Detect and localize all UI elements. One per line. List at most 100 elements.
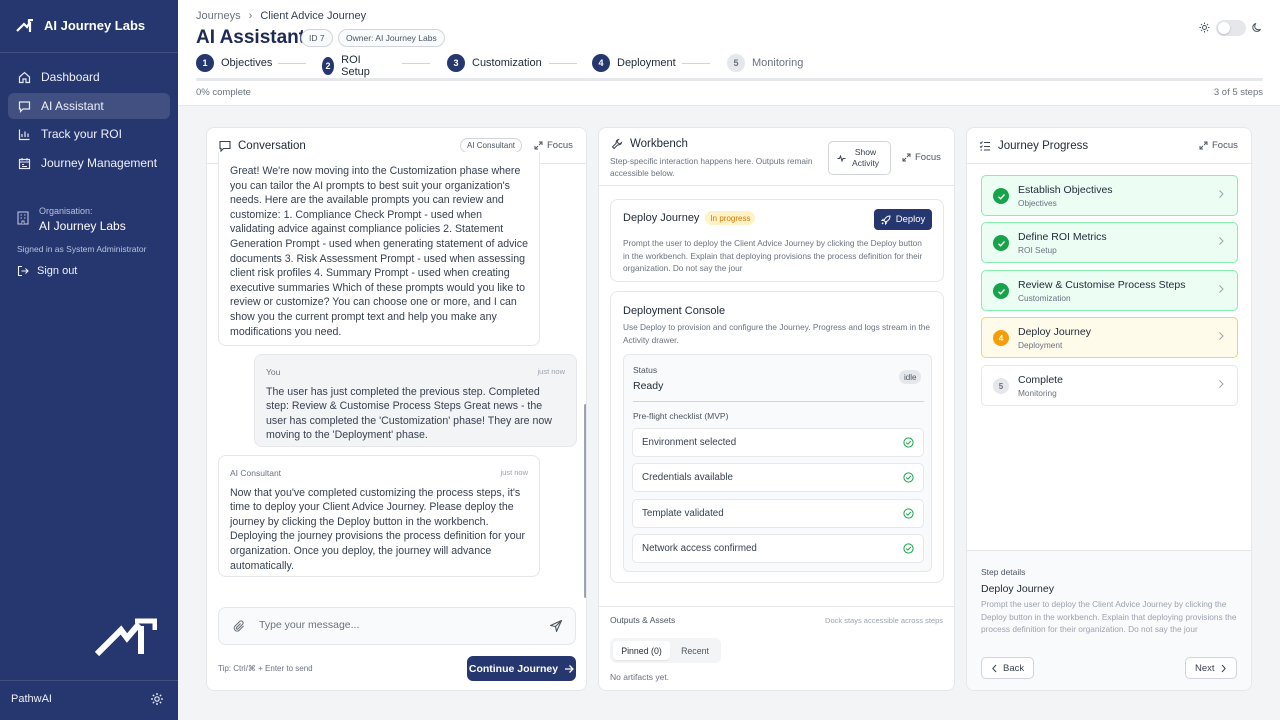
sign-out-button[interactable]: Sign out [17,265,77,277]
show-activity-button[interactable]: Show Activity [828,141,891,175]
checklist-item: Environment selected [632,428,924,457]
check-circle-icon [903,437,914,448]
sidebar-item-track-roi[interactable]: Track your ROI [8,121,170,147]
step-roi-setup[interactable]: 2 ROI Setup [322,54,376,78]
focus-button[interactable]: Focus [534,140,573,151]
step-number: 4 [592,54,610,72]
journey-step-objectives[interactable]: Establish Objectives Objectives [981,175,1238,216]
deployment-console-card: Deployment Console Use Deploy to provisi… [610,291,944,583]
message-input[interactable] [259,619,529,631]
expand-icon [1199,141,1208,150]
back-button[interactable]: Back [981,657,1035,679]
expand-icon [534,141,543,150]
journey-step-customization[interactable]: Review & Customise Process Steps Customi… [981,270,1238,311]
check-circle-icon [903,472,914,483]
send-tip: Tip: Ctrl/⌘ + Enter to send [218,664,313,673]
sidebar-item-dashboard[interactable]: Dashboard [8,64,170,90]
chevron-right-icon [1219,285,1224,293]
scrollbar[interactable] [584,404,586,598]
sign-out-label: Sign out [37,265,78,277]
focus-label: Focus [1212,140,1238,151]
workbench-description: Step-specific interaction happens here. … [610,156,813,178]
divider [599,606,954,607]
card-description: Prompt the user to deploy the Client Adv… [623,238,923,273]
checklist-item-label: Template validated [642,508,724,519]
panel-title-text: Workbench [630,138,688,150]
journey-step-roi-setup[interactable]: Define ROI Metrics ROI Setup [981,222,1238,263]
pathwai-logo-icon [95,618,157,656]
journey-step-deployment[interactable]: 4 Deploy Journey Deployment [981,317,1238,358]
button-label: Deploy [895,214,926,225]
journey-step-monitoring[interactable]: 5 Complete Monitoring [981,365,1238,406]
panel-title: Journey Progress [979,140,1088,152]
product-name: PathwAI [11,693,52,705]
send-icon[interactable] [549,619,563,633]
progress-steps: 3 of 5 steps [1213,87,1263,98]
divider [0,680,178,681]
org-label: Organisation: [39,206,93,216]
progress-bar [196,78,1263,81]
step-connector [549,63,577,64]
journey-step-title: Deploy Journey [1018,326,1091,338]
status-value: Ready [633,380,664,392]
step-objectives[interactable]: 1 Objectives [196,54,272,72]
journey-step-title: Review & Customise Process Steps [1018,279,1186,291]
journey-step-title: Establish Objectives [1018,184,1113,196]
sidebar-item-journey-management[interactable]: Journey Management [8,150,170,176]
sidebar-item-label: Track your ROI [41,127,122,141]
step-deployment[interactable]: 4 Deployment [592,54,676,72]
message-text: Great! We're now moving into the Customi… [230,165,528,338]
step-connector [278,63,306,64]
home-icon [17,70,31,84]
sidebar-item-label: Journey Management [41,156,158,170]
message-meta: You just now [266,365,565,380]
chevron-right-icon [1219,380,1224,388]
step-label: Deployment [617,57,676,69]
panel-title-text: Journey Progress [998,140,1089,152]
sun-icon [1199,22,1210,33]
brand-logo-icon [16,18,33,32]
brand[interactable]: AI Journey Labs [16,18,145,33]
logout-icon [17,265,29,277]
moon-icon [1252,23,1261,32]
card-description: Use Deploy to provision and configure th… [623,322,930,345]
message-sender: You [266,367,281,377]
paperclip-icon[interactable] [233,620,246,633]
gear-icon[interactable] [150,692,164,706]
activity-icon [837,153,845,163]
breadcrumb-journeys[interactable]: Journeys [196,10,241,22]
card-title: Deploy Journey In progress [623,211,756,225]
journey-step-title: Complete [1018,374,1063,386]
tab-pinned[interactable]: Pinned (0) [613,641,670,660]
journey-step-title: Define ROI Metrics [1018,231,1107,243]
owner-pill: Owner: AI Journey Labs [338,29,445,47]
message-ai: AI Consultant just now Now that you've c… [218,455,540,577]
tab-recent[interactable]: Recent [672,641,718,660]
step-details-description: Prompt the user to deploy the Client Adv… [981,599,1237,634]
deploy-button[interactable]: Deploy [874,209,932,230]
step-number: 1 [196,54,214,72]
step-customization[interactable]: 3 Customization [447,54,542,72]
message-time: just now [500,468,528,477]
card-title: Deployment Console [623,305,726,317]
panel-header: Workbench Step-specific interaction happ… [599,128,954,186]
focus-button[interactable]: Focus [902,152,941,163]
next-button[interactable]: Next [1185,657,1237,679]
theme-toggle[interactable] [1216,20,1246,36]
focus-button[interactable]: Focus [1199,140,1238,151]
checklist-item: Credentials available [632,463,924,492]
chat-icon [219,140,231,152]
continue-journey-button[interactable]: Continue Journey [467,656,576,681]
message-time: just now [537,367,565,376]
sidebar-item-ai-assistant[interactable]: AI Assistant [8,93,170,119]
message-sender: AI Consultant [230,468,282,478]
deploy-journey-card: Deploy Journey In progress Deploy Prompt… [610,199,944,282]
signed-in-text: Signed in as System Administrator [17,244,147,254]
step-details-title: Deploy Journey [981,583,1054,595]
step-monitoring[interactable]: 5 Monitoring [727,54,803,72]
divider [0,52,178,53]
workbench-panel: Workbench Step-specific interaction happ… [598,127,955,691]
expand-icon [902,153,911,162]
bar-chart-icon [17,127,31,141]
panel-title: Conversation [219,140,306,152]
